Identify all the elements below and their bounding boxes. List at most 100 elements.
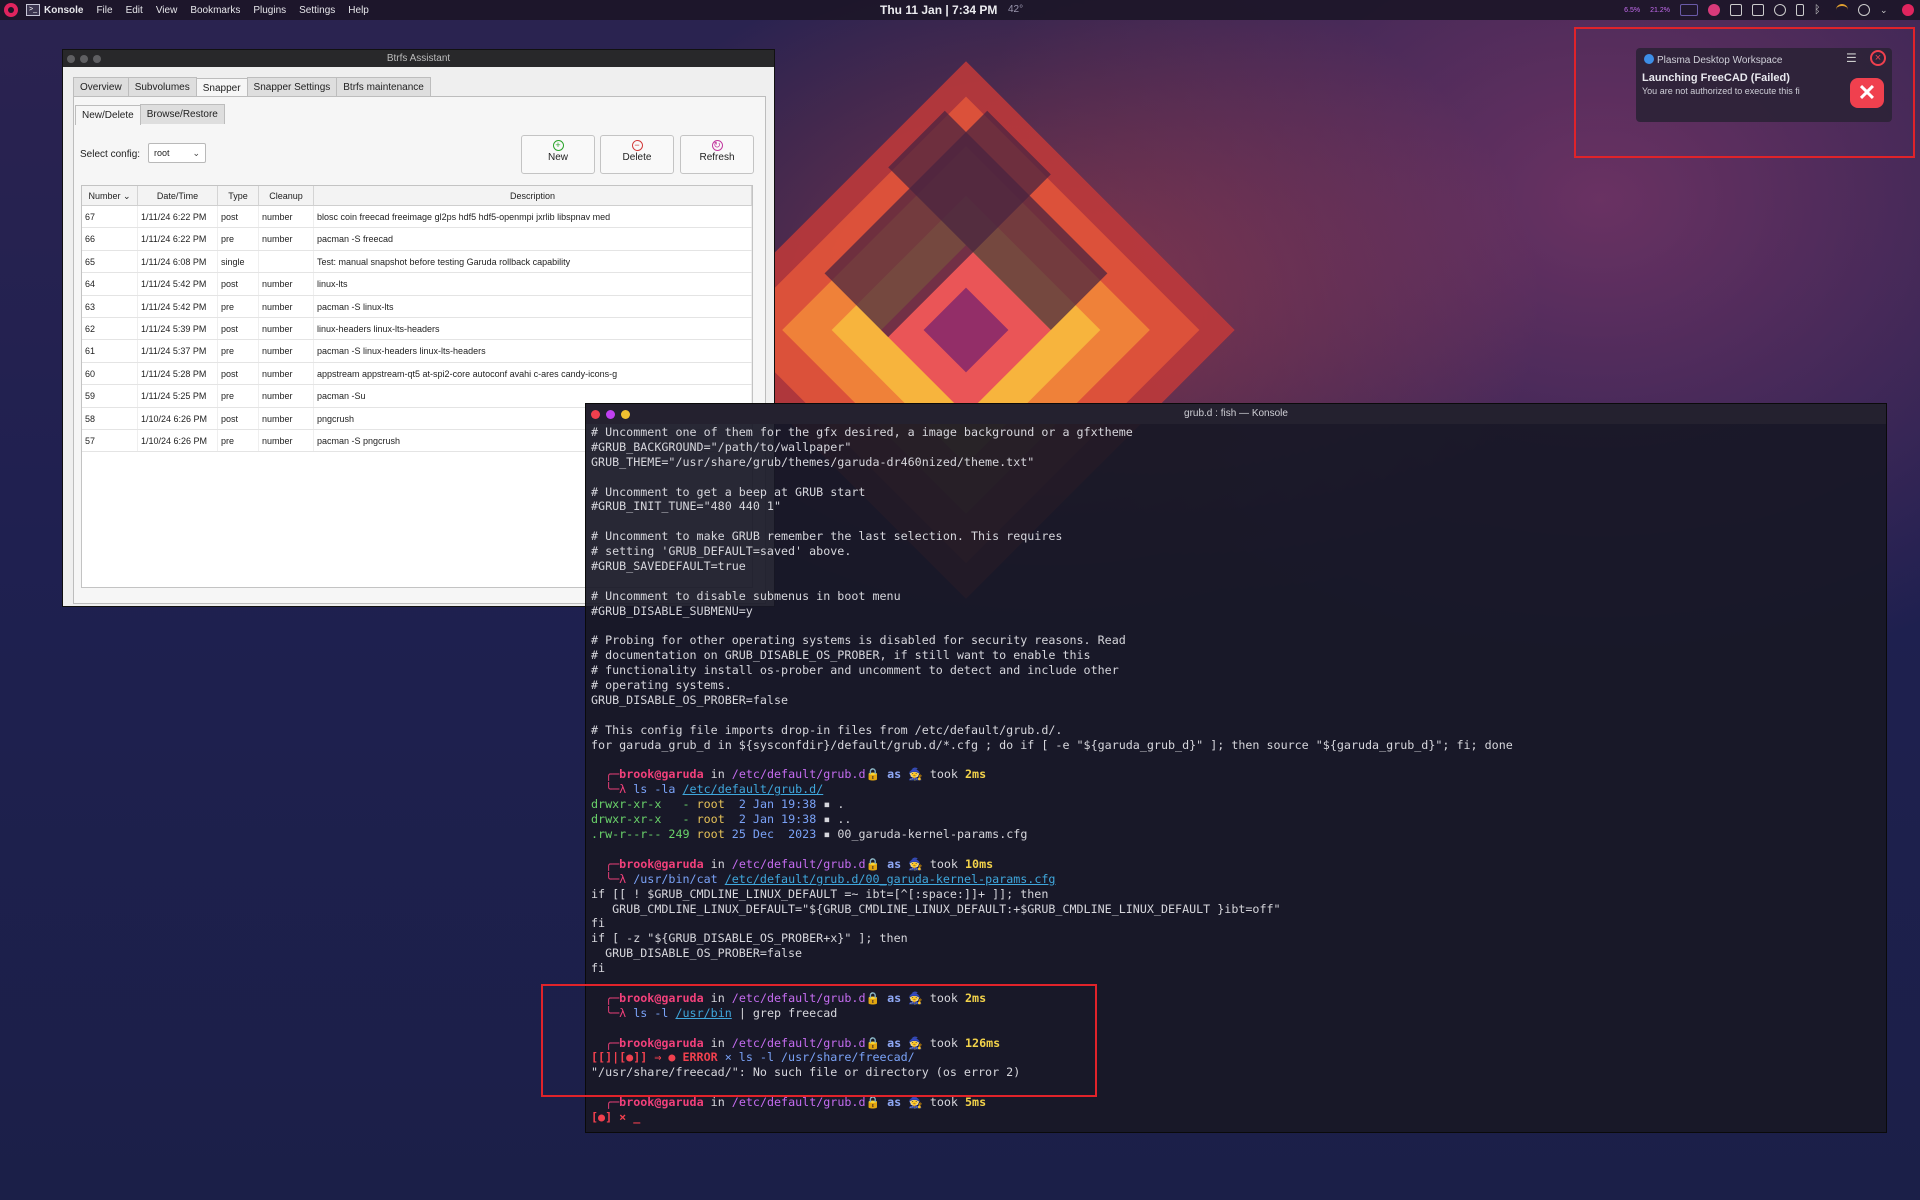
memory-usage[interactable]: 21.2% — [1650, 7, 1670, 14]
close-notification-icon[interactable]: × — [1870, 50, 1886, 66]
terminal-line: GRUB_THEME="/usr/share/grub/themes/garud… — [591, 455, 1513, 470]
subtab-browse-restore[interactable]: Browse/Restore — [139, 104, 225, 124]
column-cleanup[interactable]: Cleanup — [259, 186, 314, 205]
terminal-line: drwxr-xr-x - root 2 Jan 19:38 ▪ . — [591, 797, 1513, 812]
lock-icon: 🔒 — [865, 1095, 888, 1110]
cell-date: 1/11/24 6:22 PM — [138, 206, 218, 228]
configure-icon[interactable]: ☰ — [1846, 52, 1860, 64]
column-description[interactable]: Description — [314, 186, 752, 205]
minus-icon: − — [631, 140, 643, 151]
cell-desc: linux-lts — [314, 273, 752, 295]
terminal-line: # Uncomment to disable submenus in boot … — [591, 589, 1513, 604]
wifi-icon[interactable] — [1836, 4, 1848, 16]
terminal-line: if [[ ! $GRUB_CMDLINE_LINUX_DEFAULT =~ i… — [591, 887, 1513, 902]
refresh-icon: ↻ — [711, 140, 723, 151]
menu-edit[interactable]: Edit — [126, 5, 143, 16]
column-type[interactable]: Type — [218, 186, 259, 205]
clipboard-icon[interactable] — [1752, 4, 1764, 16]
terminal-text: took — [929, 856, 958, 871]
tab-snapper[interactable]: Snapper — [195, 78, 248, 98]
notification-popup[interactable]: Plasma Desktop Workspace ☰ × Launching F… — [1636, 48, 1892, 122]
terminal-text: # Probing for other operating systems is… — [591, 633, 1126, 648]
table-row[interactable]: 67 1/11/24 6:22 PM post number blosc coin fr… — [82, 206, 752, 229]
subtab-new-delete[interactable]: New/Delete — [75, 105, 141, 125]
table-header: Number ⌄ Date/Time Type Cleanup Descript… — [82, 186, 752, 206]
refresh-button[interactable]: ↻ Refresh — [680, 135, 754, 174]
terminal-line: # Probing for other operating systems is… — [591, 633, 1513, 648]
terminal-text: if [ -z "${GRUB_DISABLE_OS_PROBER+x}" ];… — [591, 931, 908, 946]
garuda-logo-icon[interactable] — [4, 3, 18, 17]
konsole-close-button[interactable] — [591, 410, 600, 419]
cell-date: 1/10/24 6:26 PM — [138, 407, 218, 429]
cpu-usage[interactable]: 6.5% — [1624, 7, 1640, 14]
terminal-text: 🧙 — [901, 1095, 930, 1110]
cell-type: post — [218, 206, 259, 228]
terminal-icon[interactable] — [1730, 4, 1742, 16]
btrfs-window-title: Btrfs Assistant — [386, 53, 451, 64]
menu-plugins[interactable]: Plugins — [253, 5, 286, 16]
prompt-path: /etc/default/grub.d — [731, 856, 866, 871]
table-row[interactable]: 62 1/11/24 5:39 PM post number linux-headers… — [82, 317, 752, 341]
error-icon: ✕ — [1850, 78, 1884, 108]
table-row[interactable]: 61 1/11/24 5:37 PM pre number pacman -S linu… — [82, 340, 752, 363]
terminal-line: GRUB_DISABLE_OS_PROBER=false — [591, 946, 1513, 961]
terminal-text: drwxr-xr-x — [591, 812, 662, 827]
column-datetime[interactable]: Date/Time — [138, 186, 218, 205]
konsole-titlebar[interactable]: grub.d : fish — Konsole — [586, 404, 1886, 424]
prompt-user: brook — [619, 767, 655, 782]
menu-bookmarks[interactable]: Bookmarks — [190, 5, 240, 16]
config-select[interactable]: root ⌄ — [148, 143, 206, 163]
notification-status-icon[interactable] — [1902, 4, 1914, 16]
tab-snapper-settings[interactable]: Snapper Settings — [246, 77, 338, 97]
terminal-text: #GRUB_SAVEDEFAULT=true — [591, 559, 746, 574]
terminal-text: drwxr-xr-x — [591, 797, 662, 812]
tab-overview[interactable]: Overview — [73, 77, 129, 97]
garuda-assistant-icon[interactable] — [1708, 4, 1720, 16]
menu-file[interactable]: File — [96, 5, 112, 16]
cell-desc: blosc coin freecad freeimage gl2ps hdf5 … — [314, 206, 752, 228]
window-maximize-button[interactable] — [93, 55, 101, 63]
terminal-text: GRUB_THEME="/usr/share/grub/themes/garud… — [591, 454, 1035, 469]
cell-cleanup: number — [259, 295, 314, 317]
prompt-user: brook — [619, 856, 655, 871]
clock[interactable]: Thu 11 Jan | 7:34 PM — [880, 0, 997, 20]
konsole-maximize-button[interactable] — [621, 410, 630, 419]
tab-btrfs-maintenance[interactable]: Btrfs maintenance — [336, 77, 431, 97]
terminal-text: - — [668, 797, 690, 812]
cell-type: post — [218, 407, 259, 429]
speaker-icon[interactable] — [1858, 4, 1870, 16]
volume-icon[interactable] — [1774, 4, 1786, 16]
battery-icon[interactable] — [1796, 4, 1804, 16]
tab-subvolumes[interactable]: Subvolumes — [127, 77, 197, 97]
menu-help[interactable]: Help — [348, 5, 369, 16]
menu-view[interactable]: View — [156, 5, 178, 16]
cell-date: 1/11/24 5:39 PM — [138, 317, 218, 340]
terminal-text: ╭─ — [591, 1095, 620, 1110]
table-row[interactable]: 65 1/11/24 6:08 PM single Test: manual snap… — [82, 250, 752, 274]
window-close-button[interactable] — [67, 55, 75, 63]
bluetooth-icon[interactable]: ᛒ — [1814, 4, 1826, 16]
table-row[interactable]: 63 1/11/24 5:42 PM pre number pacman -S linu… — [82, 295, 752, 318]
terminal-text: 2 Jan 19:38 — [731, 797, 817, 812]
weather-widget[interactable]: 42° — [1008, 0, 1023, 20]
table-row[interactable]: 64 1/11/24 5:42 PM post number linux-lts — [82, 273, 752, 296]
konsole-minimize-button[interactable] — [606, 410, 615, 419]
table-row[interactable]: 60 1/11/24 5:28 PM post number appstream app… — [82, 362, 752, 386]
window-minimize-button[interactable] — [80, 55, 88, 63]
activity-graph-icon[interactable] — [1680, 4, 1698, 16]
notification-app-name: Plasma Desktop Workspace — [1657, 55, 1783, 66]
cell-cleanup: number — [259, 385, 314, 407]
column-number[interactable]: Number ⌄ — [82, 186, 138, 205]
cell-number: 61 — [82, 340, 138, 362]
menu-settings[interactable]: Settings — [299, 5, 335, 16]
tray-expand-chevron-icon[interactable]: ⌄ — [1880, 4, 1892, 16]
new-snapshot-button[interactable]: + New — [521, 135, 595, 174]
terminal-line: # functionality install os-prober and un… — [591, 663, 1513, 678]
table-row[interactable]: 66 1/11/24 6:22 PM pre number pacman -S free… — [82, 228, 752, 251]
delete-snapshot-button[interactable]: − Delete — [600, 135, 674, 174]
btrfs-titlebar[interactable]: Btrfs Assistant — [63, 50, 774, 67]
